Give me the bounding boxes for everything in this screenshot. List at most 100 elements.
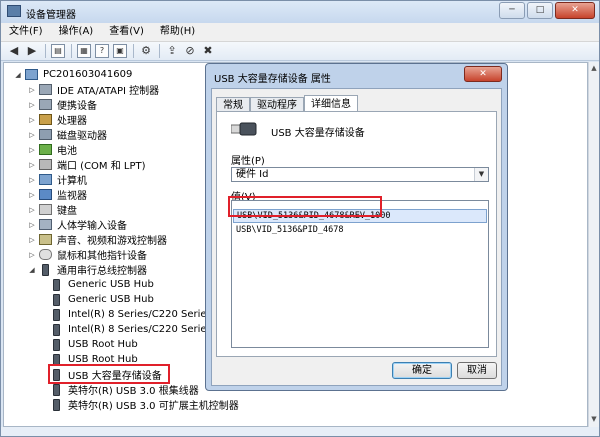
tab-driver[interactable]: 驱动程序 (250, 97, 304, 112)
expand-icon[interactable]: ▷ (28, 101, 36, 109)
tree-category-label: 鼠标和其他指针设备 (57, 251, 147, 262)
properties-icon[interactable]: ▦ (77, 44, 91, 58)
menu-view[interactable]: 查看(V) (101, 23, 152, 41)
tree-category[interactable]: ▷ 人体学输入设备 (28, 217, 127, 232)
tree-category-label: 磁盘驱动器 (57, 131, 107, 142)
chevron-down-icon[interactable]: ▼ (474, 168, 488, 181)
mouse-icon (39, 249, 52, 260)
tree-category-label: 通用串行总线控制器 (57, 266, 147, 277)
status-bar (1, 427, 599, 436)
back-icon[interactable]: ◀ (7, 44, 21, 58)
usb-device-icon (53, 338, 60, 351)
highlight-box (48, 364, 170, 384)
usb-device-icon (53, 293, 60, 306)
value-list[interactable]: USB\VID_5136&PID_4678&REV_1000 USB\VID_5… (231, 200, 489, 348)
expand-icon[interactable]: ▷ (28, 191, 36, 199)
forward-icon[interactable]: ▶ (25, 44, 39, 58)
usb-device-item[interactable]: USB Root Hub (50, 337, 138, 352)
tree-category-label: 计算机 (57, 176, 87, 187)
help-icon[interactable]: ? (95, 44, 109, 58)
ide-controller-icon (39, 84, 52, 95)
tree-category-label: 人体学输入设备 (57, 221, 127, 232)
expand-icon[interactable]: ▷ (28, 131, 36, 139)
expand-icon[interactable]: ▷ (28, 146, 36, 154)
tree-category[interactable]: ▷ 电池 (28, 142, 77, 157)
usb-device-label: 英特尔(R) USB 3.0 根集线器 (68, 386, 199, 397)
tree-scrollbar[interactable]: ▲ ▼ (588, 62, 599, 427)
collapse-icon[interactable]: ◢ (28, 266, 36, 274)
tree-category[interactable]: ▷ 计算机 (28, 172, 87, 187)
scan-hardware-icon[interactable]: ⚙ (139, 44, 153, 58)
menu-file[interactable]: 文件(F) (1, 23, 51, 41)
disable-icon[interactable]: ⊘ (183, 44, 197, 58)
tab-general[interactable]: 常规 (216, 97, 250, 112)
tree-category-label: 处理器 (57, 116, 87, 127)
menu-help[interactable]: 帮助(H) (152, 23, 203, 41)
tree-category[interactable]: ▷ 声音、视频和游戏控制器 (28, 232, 167, 247)
maximize-button[interactable]: □ (527, 2, 553, 19)
tree-category-label: 键盘 (57, 206, 77, 217)
property-select[interactable]: 硬件 Id ▼ (231, 167, 489, 182)
collapse-icon[interactable]: ◢ (14, 71, 22, 79)
toolbar: ◀ ▶ ▤ ▦ ? ▣ ⚙ ⇪ ⊘ ✖ (1, 42, 599, 61)
tree-category[interactable]: ▷ 监视器 (28, 187, 87, 202)
ok-button[interactable]: 确定 (392, 362, 452, 379)
tree-root[interactable]: ◢ PC201603041609 (14, 67, 132, 82)
usb-device-item[interactable]: 英特尔(R) USB 3.0 可扩展主机控制器 (50, 397, 239, 412)
usb-device-label: 英特尔(R) USB 3.0 可扩展主机控制器 (68, 401, 239, 412)
expand-icon[interactable]: ▷ (28, 236, 36, 244)
menu-bar: 文件(F) 操作(A) 查看(V) 帮助(H) (1, 23, 599, 42)
tree-category[interactable]: ◢ 通用串行总线控制器 (28, 262, 147, 277)
update-driver-icon[interactable]: ⇪ (165, 44, 179, 58)
uninstall-icon[interactable]: ✖ (201, 44, 215, 58)
tree-root-label: PC201603041609 (43, 69, 133, 80)
tree-category-label: 便携设备 (57, 101, 97, 112)
usb-device-large-icon (231, 122, 257, 136)
toolbar-separator (133, 44, 134, 58)
view-icon[interactable]: ▤ (51, 44, 65, 58)
portable-device-icon (39, 99, 52, 110)
dialog-body: 常规 驱动程序 详细信息 USB 大容量存储设备 属性(P) 硬件 Id ▼ 值… (211, 88, 502, 386)
expand-icon[interactable]: ▷ (28, 221, 36, 229)
tree-category[interactable]: ▷ IDE ATA/ATAPI 控制器 (28, 82, 159, 97)
expand-icon[interactable]: ▷ (28, 116, 36, 124)
usb-device-icon (53, 398, 60, 411)
dialog-close-button[interactable]: ✕ (464, 66, 502, 82)
tree-category[interactable]: ▷ 磁盘驱动器 (28, 127, 107, 142)
tree-category-label: 端口 (COM 和 LPT) (57, 161, 146, 172)
scroll-up-icon[interactable]: ▲ (590, 64, 598, 74)
expand-icon[interactable]: ▷ (28, 206, 36, 214)
tree-category[interactable]: ▷ 处理器 (28, 112, 87, 127)
highlight-box (228, 196, 382, 217)
usb-controller-icon (42, 263, 49, 276)
expand-icon[interactable]: ▷ (28, 161, 36, 169)
tree-category[interactable]: ▷ 端口 (COM 和 LPT) (28, 157, 146, 172)
port-icon (39, 159, 52, 170)
tree-category-label: IDE ATA/ATAPI 控制器 (57, 86, 160, 97)
device-name: USB 大容量存储设备 (271, 128, 365, 139)
tree-category-label: 电池 (57, 146, 77, 157)
keyboard-icon (39, 204, 52, 215)
tree-category[interactable]: ▷ 键盘 (28, 202, 77, 217)
tree-category[interactable]: ▷ 鼠标和其他指针设备 (28, 247, 147, 262)
usb-device-item[interactable]: Generic USB Hub (50, 292, 154, 307)
toolbar-separator (159, 44, 160, 58)
toolbar-separator (71, 44, 72, 58)
tab-details[interactable]: 详细信息 (304, 95, 358, 112)
tree-category[interactable]: ▷ 便携设备 (28, 97, 97, 112)
details-tab-pane: USB 大容量存储设备 属性(P) 硬件 Id ▼ 值(V) USB\VID_5… (216, 111, 497, 357)
usb-device-item[interactable]: Generic USB Hub (50, 277, 154, 292)
expand-icon[interactable]: ▷ (28, 251, 36, 259)
usb-device-item[interactable]: 英特尔(R) USB 3.0 根集线器 (50, 382, 199, 397)
close-button[interactable]: ✕ (555, 2, 595, 19)
scroll-down-icon[interactable]: ▼ (590, 415, 598, 425)
value-list-item[interactable]: USB\VID_5136&PID_4678 (236, 225, 343, 235)
device-icon[interactable]: ▣ (113, 44, 127, 58)
minimize-button[interactable]: ─ (499, 2, 525, 19)
window-title: 设备管理器 (26, 10, 76, 21)
menu-action[interactable]: 操作(A) (51, 23, 102, 41)
cancel-button[interactable]: 取消 (457, 362, 497, 379)
expand-icon[interactable]: ▷ (28, 176, 36, 184)
device-manager-window: 设备管理器 ─ □ ✕ 文件(F) 操作(A) 查看(V) 帮助(H) ◀ ▶ … (0, 0, 600, 437)
expand-icon[interactable]: ▷ (28, 86, 36, 94)
